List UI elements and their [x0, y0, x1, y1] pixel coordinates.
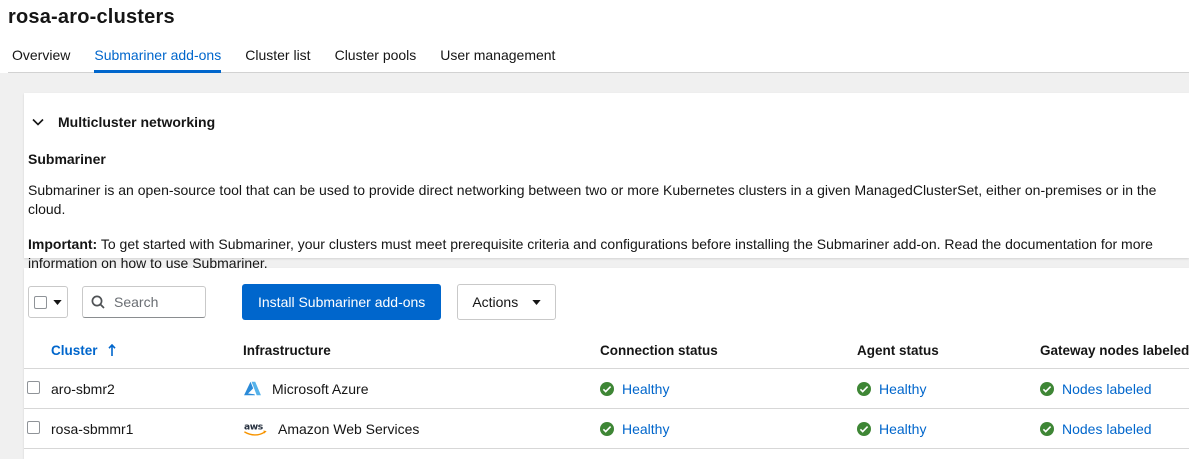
submariner-clusters-table: Cluster Infrastructure Connection status… — [24, 334, 1189, 449]
row-checkbox[interactable] — [27, 421, 40, 434]
agent-status-link[interactable]: Healthy — [879, 421, 926, 437]
actions-label: Actions — [472, 294, 518, 310]
cluster-name: aro-sbmr2 — [51, 369, 243, 409]
connection-status-column-label: Connection status — [600, 334, 857, 369]
search-icon — [91, 295, 105, 309]
tab-submariner-add-ons[interactable]: Submariner add-ons — [94, 42, 221, 72]
submariner-subtitle: Submariner — [28, 151, 1173, 167]
connection-status-link[interactable]: Healthy — [622, 421, 669, 437]
search-input[interactable] — [112, 293, 197, 311]
actions-dropdown[interactable]: Actions — [457, 284, 556, 320]
cluster-name: rosa-sbmmr1 — [51, 409, 243, 449]
multicluster-networking-toggle[interactable]: Multicluster networking — [28, 114, 215, 130]
chevron-down-icon — [32, 118, 44, 126]
svg-text:aws: aws — [244, 422, 263, 432]
gateway-nodes-column-label: Gateway nodes labeled — [1040, 334, 1189, 369]
cluster-column-sort-button[interactable]: Cluster — [51, 343, 116, 358]
azure-icon — [243, 381, 262, 396]
connection-status-link[interactable]: Healthy — [622, 381, 669, 397]
caret-down-icon — [532, 300, 541, 305]
tab-bar: Overview Submariner add-ons Cluster list… — [8, 42, 1189, 73]
check-circle-icon — [600, 382, 614, 396]
check-circle-icon — [1040, 422, 1054, 436]
infrastructure-name: Amazon Web Services — [278, 421, 419, 437]
search-box — [82, 286, 206, 318]
tab-user-management[interactable]: User management — [440, 42, 555, 72]
page-header: rosa-aro-clusters Overview Submariner ad… — [0, 0, 1189, 73]
infrastructure-name: Microsoft Azure — [272, 381, 368, 397]
multicluster-networking-card: Multicluster networking Submariner Subma… — [24, 93, 1189, 258]
row-checkbox[interactable] — [27, 381, 40, 394]
table-row: rosa-sbmmr1 aws Amazon Web Services — [24, 409, 1189, 449]
gateway-nodes-link[interactable]: Nodes labeled — [1062, 381, 1152, 397]
tab-cluster-list[interactable]: Cluster list — [245, 42, 310, 72]
gateway-nodes-link[interactable]: Nodes labeled — [1062, 421, 1152, 437]
cluster-column-label: Cluster — [51, 343, 98, 358]
page-title: rosa-aro-clusters — [8, 6, 1189, 29]
caret-down-icon — [53, 300, 62, 305]
table-header-row: Cluster Infrastructure Connection status… — [24, 334, 1189, 369]
submariner-clusters-card: Install Submariner add-ons Actions Clust… — [24, 268, 1189, 459]
section-title: Multicluster networking — [58, 114, 215, 130]
page-content: Multicluster networking Submariner Subma… — [0, 73, 1189, 459]
sort-ascending-icon — [108, 344, 116, 357]
check-circle-icon — [1040, 382, 1054, 396]
table-toolbar: Install Submariner add-ons Actions — [24, 284, 1189, 334]
table-row: aro-sbmr2 Microsoft Azure — [24, 369, 1189, 409]
check-circle-icon — [857, 382, 871, 396]
submariner-description: Submariner is an open-source tool that c… — [28, 181, 1173, 219]
agent-status-column-label: Agent status — [857, 334, 1040, 369]
important-label: Important: — [28, 236, 97, 252]
check-circle-icon — [857, 422, 871, 436]
check-circle-icon — [600, 422, 614, 436]
tab-cluster-pools[interactable]: Cluster pools — [335, 42, 417, 72]
install-submariner-add-ons-button[interactable]: Install Submariner add-ons — [242, 284, 441, 320]
agent-status-link[interactable]: Healthy — [879, 381, 926, 397]
infrastructure-column-label: Infrastructure — [243, 334, 600, 369]
bulk-select-dropdown[interactable] — [28, 286, 68, 318]
aws-icon: aws — [243, 420, 268, 437]
header-checkbox-spacer — [24, 334, 51, 369]
bulk-select-checkbox[interactable] — [34, 296, 47, 309]
tab-overview[interactable]: Overview — [12, 42, 70, 72]
